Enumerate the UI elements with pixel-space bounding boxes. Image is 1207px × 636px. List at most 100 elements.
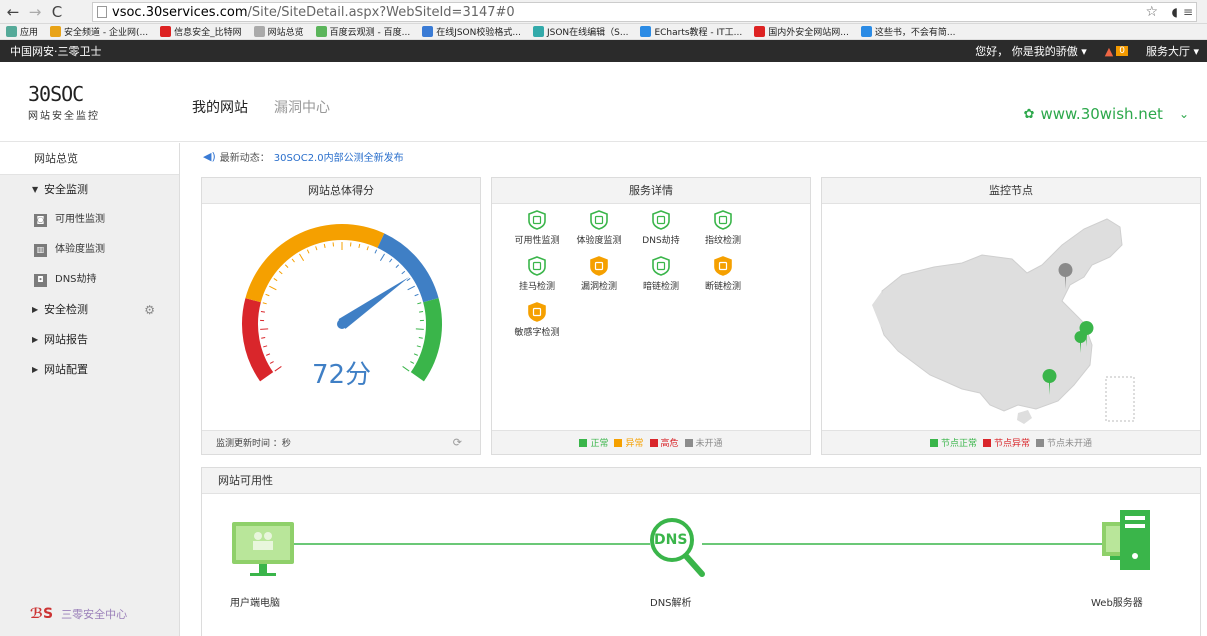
legend-label: 节点正常 <box>940 439 977 449</box>
url-input[interactable]: vsoc.30services.com/Site/SiteDetail.aspx… <box>92 2 1197 22</box>
service-item[interactable]: 体验度监测 <box>568 210 630 246</box>
gauge-tick <box>269 285 277 291</box>
sidebar-group-monitor[interactable]: ▼ 安全监测 <box>0 175 179 205</box>
service-panel: 服务详情 可用性监测 体验度监测 DNS劫持 指纹检测 挂马检测 漏洞检测 暗链检测 断链检测… <box>491 177 811 455</box>
bookmark-star-icon[interactable]: ☆ <box>1145 4 1158 20</box>
alert-button[interactable]: ▲ 0 <box>1105 45 1128 58</box>
service-item[interactable]: 断链检测 <box>692 256 754 292</box>
service-item[interactable]: 漏洞检测 <box>568 256 630 292</box>
legend-swatch <box>1036 438 1044 447</box>
bookmark-item[interactable]: 应用 <box>6 25 38 38</box>
sidebar-group-detect[interactable]: ▶ 安全检测 ⚙ <box>0 295 179 325</box>
dns-icon-text: DNS <box>654 532 688 548</box>
url-path: /Site/SiteDetail.aspx?WebSiteId=3147#0 <box>247 4 515 20</box>
shield-icon <box>652 210 670 230</box>
gauge-tick <box>401 270 406 275</box>
bookmark-item[interactable]: 在线JSON校验格式... <box>422 25 521 38</box>
bookmark-item[interactable]: 安全频道 - 企业网(... <box>50 25 148 38</box>
web-server-icon <box>1102 510 1150 570</box>
main-content: ◀) 最新动态： 30SOC2.0内部公测全新发布 网站总体得分 72分 监测更… <box>181 143 1207 636</box>
tab-vuln-center[interactable]: 漏洞中心 <box>274 97 330 117</box>
gear-icon[interactable]: ⚙ <box>144 295 155 325</box>
service-item[interactable]: DNS劫持 <box>630 210 692 246</box>
bookmark-label: 在线JSON校验格式... <box>436 28 521 38</box>
sidebar-item-overview[interactable]: 网站总览 <box>0 143 179 175</box>
service-item-label: 断链检测 <box>704 282 741 292</box>
user-greeting[interactable]: 您好， 你是我的骄傲 ▾ <box>975 43 1087 59</box>
bookmark-item[interactable]: ECharts教程 - IT工... <box>640 25 742 38</box>
browser-menu-icon[interactable]: ≡ <box>1183 5 1193 19</box>
tab-my-sites[interactable]: 我的网站 <box>192 97 248 117</box>
gauge-tick <box>323 243 326 248</box>
sidebar-item-availability[interactable]: ◙ 可用性监测 <box>0 205 179 235</box>
service-hall-menu[interactable]: 服务大厅 ▾ <box>1146 43 1199 59</box>
bookmark-icon <box>860 26 872 37</box>
service-item[interactable]: 指纹检测 <box>692 210 754 246</box>
service-item[interactable]: 挂马检测 <box>506 256 568 292</box>
sidebar-group-label: 安全监测 <box>44 183 88 196</box>
caret-down-icon: ▼ <box>32 185 39 194</box>
gauge-tick <box>407 285 415 291</box>
panel-title: 监控节点 <box>822 178 1200 204</box>
gauge-tick <box>414 293 419 297</box>
service-item[interactable]: 可用性监测 <box>506 210 568 246</box>
service-item-label: 挂马检测 <box>518 282 555 292</box>
gauge-tick <box>260 311 265 313</box>
back-icon[interactable]: ← <box>4 3 22 21</box>
dns-icon: ◘ <box>34 273 47 287</box>
legend-swatch <box>929 438 938 447</box>
main-nav: 我的网站 漏洞中心 <box>192 97 330 117</box>
legend-label: 高危 <box>660 439 679 449</box>
logo[interactable]: 30SOC 网站安全监控 <box>28 84 138 122</box>
gauge-tick <box>379 253 385 261</box>
extension-icon[interactable]: ◖ <box>1172 5 1178 19</box>
legend-label: 节点未开通 <box>1047 439 1093 449</box>
refresh-icon[interactable]: ⟳ <box>453 436 462 449</box>
footer-text: 三零安全中心 <box>61 608 128 621</box>
bell-icon: ▲ <box>1104 44 1114 58</box>
service-item-label: 可用性监测 <box>514 236 560 246</box>
legend-label: 未开通 <box>695 439 723 449</box>
gauge-segment-0 <box>242 298 274 382</box>
bookmark-item[interactable]: 信息安全_比特网 <box>160 25 242 38</box>
sidebar-item-label: 体验度监测 <box>55 244 105 255</box>
update-row: 监测更新时间 ：秒 ⟳ <box>202 430 480 454</box>
bookmark-label: JSON在线编辑（S... <box>546 28 629 38</box>
shield-icon <box>528 256 546 276</box>
bookmark-item[interactable]: 国内外安全网站网... <box>754 25 849 38</box>
bookmark-icon <box>754 26 766 37</box>
site-header: 30SOC 网站安全监控 我的网站 漏洞中心 ✿ www.30wish.net … <box>0 62 1207 142</box>
bookmark-item[interactable]: 网站总览 <box>253 25 304 38</box>
bookmark-item[interactable]: JSON在线编辑（S... <box>532 25 629 38</box>
bookmark-item[interactable]: 这些书，不会有简... <box>860 25 955 38</box>
sidebar-item-experience[interactable]: ▥ 体验度监测 <box>0 235 179 265</box>
legend-swatch <box>982 438 991 447</box>
node-legend: 节点正常 节点异常 节点未开通 <box>822 430 1200 454</box>
gauge-tick <box>395 264 400 269</box>
bookmark-label: 百度云观测 - 百度... <box>329 28 411 38</box>
sidebar-item-dns-hijack[interactable]: ◘ DNS劫持 <box>0 265 179 295</box>
score-value: 72分 <box>312 360 372 390</box>
gauge-tick <box>284 264 289 269</box>
gauge-tick <box>263 345 268 348</box>
legend-item: 节点异常 <box>982 436 1030 449</box>
sidebar-group-config[interactable]: ▶ 网站配置 <box>0 355 179 385</box>
panel-title: 网站可用性 <box>202 468 1200 494</box>
bookmark-label: 国内外安全网站网... <box>768 28 849 38</box>
gauge-tick <box>291 258 295 263</box>
speaker-icon: ◀) <box>203 150 216 163</box>
forward-icon[interactable]: → <box>26 3 44 21</box>
globe-icon: ✿ <box>1023 106 1035 122</box>
reload-icon[interactable]: C <box>48 3 66 21</box>
legend-swatch <box>684 438 693 447</box>
news-link[interactable]: 30SOC2.0内部公测全新发布 <box>274 149 404 164</box>
sidebar-group-report[interactable]: ▶ 网站报告 <box>0 325 179 355</box>
bookmark-item[interactable]: 百度云观测 - 百度... <box>315 25 411 38</box>
service-item[interactable]: 暗链检测 <box>630 256 692 292</box>
legend-label: 节点异常 <box>993 439 1030 449</box>
service-item[interactable]: 敏感字检测 <box>506 302 568 338</box>
availability-panel: 网站可用性 DNS 用户端电脑 DNS解析 Web服务器 <box>201 467 1201 636</box>
china-map <box>872 218 1135 424</box>
site-selector[interactable]: ✿ www.30wish.net ⌄ <box>1024 105 1189 123</box>
gauge-tick <box>389 258 393 263</box>
